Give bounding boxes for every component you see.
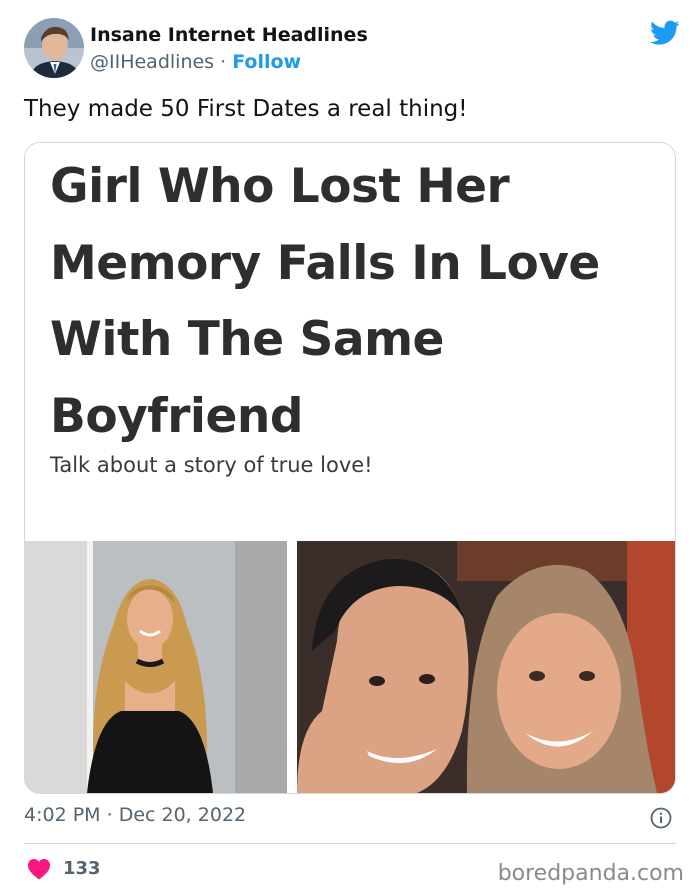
tweet-time: 4:02 PM [24, 804, 101, 826]
like-count[interactable]: 133 [63, 858, 101, 879]
article-subtitle: Talk about a story of true love! [50, 453, 373, 477]
tweet-header: Insane Internet Headlines @IIHeadlines ·… [24, 18, 684, 80]
timestamp-separator: · [106, 804, 113, 826]
tweet-timestamp[interactable]: 4:02 PM · Dec 20, 2022 [24, 804, 246, 826]
tweet-date: Dec 20, 2022 [118, 804, 247, 826]
follow-button[interactable]: Follow [232, 51, 301, 73]
handle-separator: · [220, 51, 227, 73]
twitter-bird-icon[interactable] [650, 20, 680, 46]
source-watermark: boredpanda.com [497, 861, 684, 886]
info-icon[interactable] [650, 807, 672, 829]
article-screenshot: Girl Who Lost Her Memory Falls In Love W… [25, 143, 675, 793]
tweet-text: They made 50 First Dates a real thing! [24, 96, 468, 122]
photo-couple [297, 541, 675, 793]
avatar[interactable] [24, 18, 84, 78]
article-title: Girl Who Lost Her Memory Falls In Love W… [50, 159, 600, 444]
heart-icon[interactable] [27, 858, 51, 880]
author-handle[interactable]: @IIHeadlines [90, 51, 214, 73]
author-handle-line: @IIHeadlines · Follow [90, 51, 301, 73]
divider [24, 843, 676, 844]
photo-girl [25, 541, 287, 793]
media-card[interactable]: Girl Who Lost Her Memory Falls In Love W… [24, 142, 676, 794]
author-name[interactable]: Insane Internet Headlines [90, 24, 368, 46]
